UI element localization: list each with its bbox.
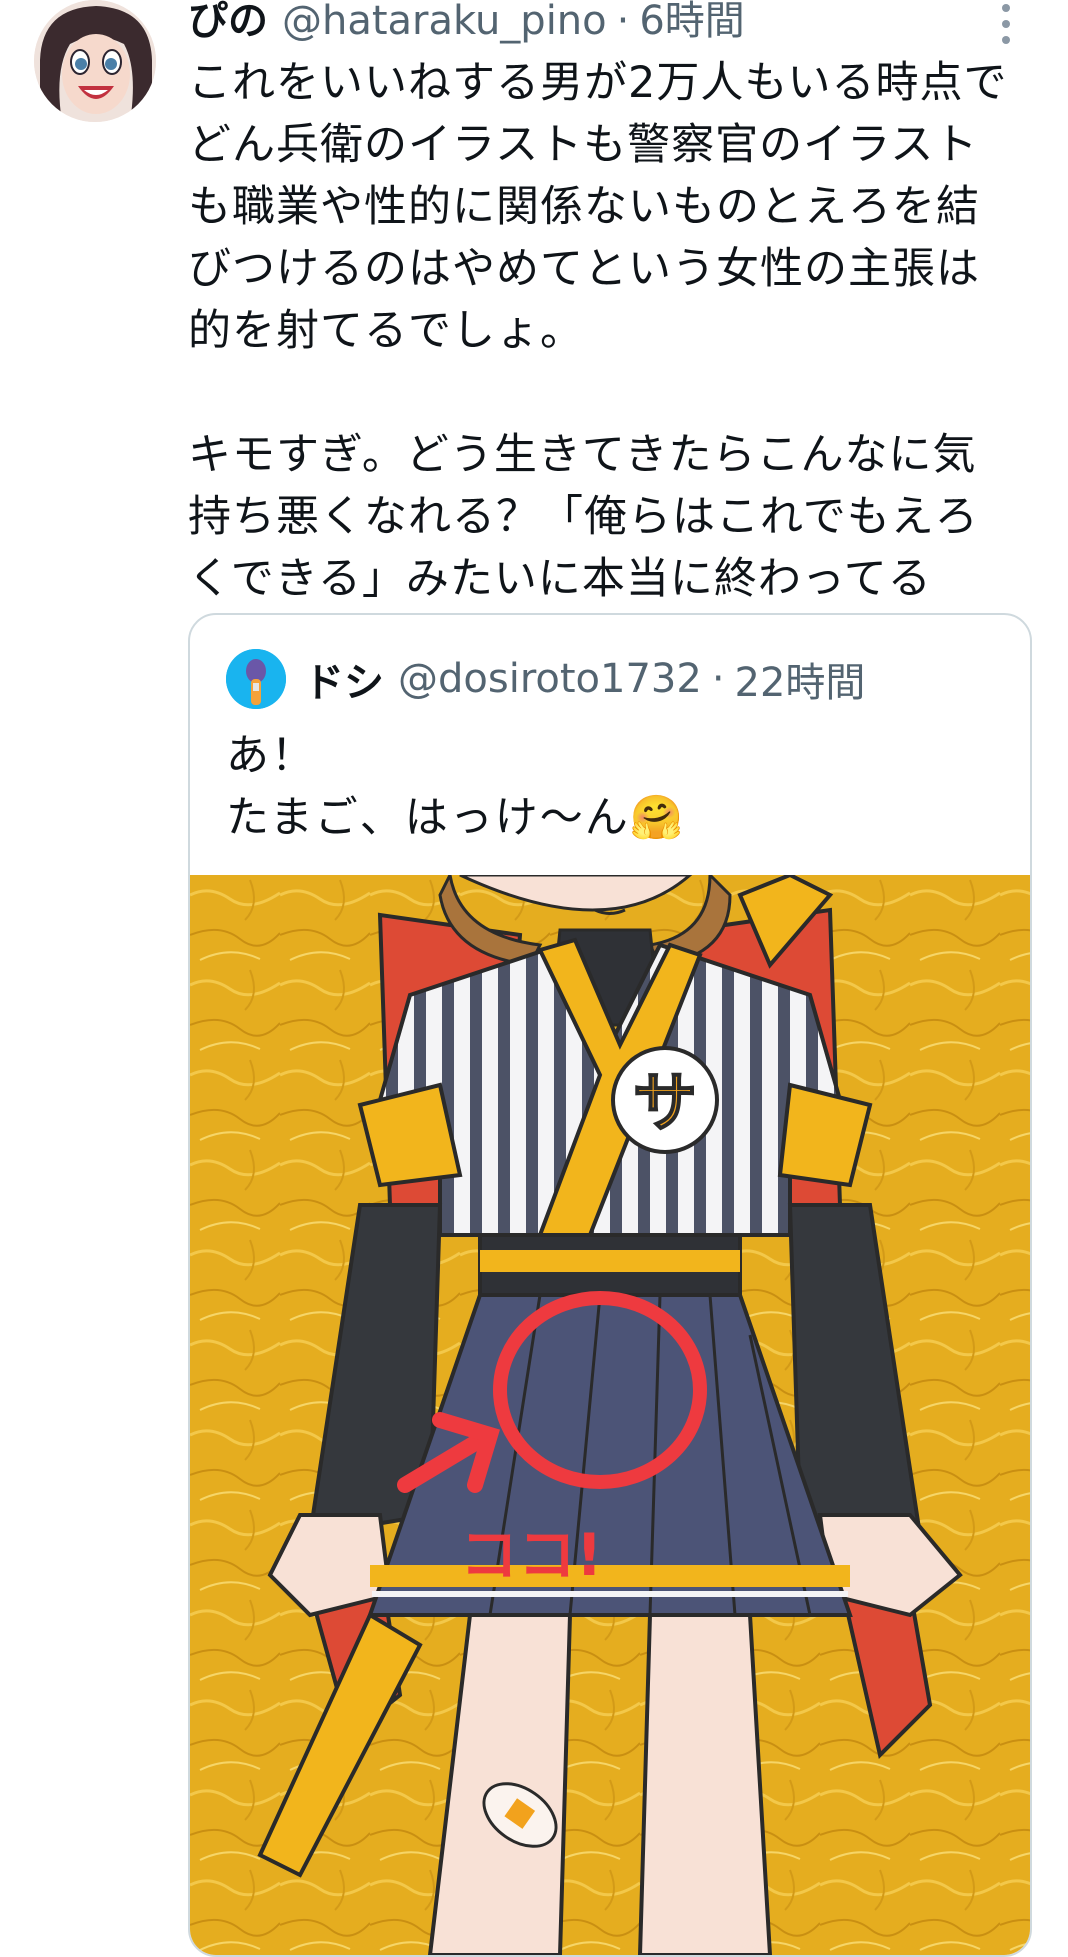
author-avatar[interactable] — [34, 0, 156, 122]
header-separator: · — [616, 0, 630, 44]
tweet-timestamp[interactable]: 6時間 — [639, 0, 744, 46]
quoted-tweet-image[interactable]: サ ココ! — [190, 875, 1030, 1955]
quoted-author-handle[interactable]: @dosiroto1732 — [398, 656, 702, 702]
quoted-author-display-name[interactable]: ドシ — [304, 650, 384, 708]
quoted-tweet-text: あ！ たまご、はっけ〜ん🤗 — [226, 731, 686, 843]
tweet-header: ぴの @hataraku_pino · 6時間 — [188, 0, 745, 46]
more-dot — [1002, 36, 1010, 44]
quoted-author-avatar[interactable] — [226, 649, 286, 709]
author-avatar-illustration — [34, 0, 156, 122]
author-handle[interactable]: @hataraku_pino — [282, 0, 607, 46]
more-dot — [1002, 20, 1010, 28]
badge-glyph: サ — [633, 1067, 697, 1141]
quoted-tweet-header: ドシ @dosiroto1732 · 22時間 — [226, 649, 865, 709]
quoted-header-separator: · — [711, 656, 725, 702]
annotation-text: ココ! — [460, 1521, 602, 1589]
more-dot — [1002, 4, 1010, 12]
author-display-name[interactable]: ぴの — [188, 0, 268, 46]
quoted-avatar-illustration — [226, 649, 286, 709]
quoted-tweet-timestamp[interactable]: 22時間 — [735, 650, 866, 708]
more-options-icon[interactable] — [1000, 4, 1012, 44]
tweet-text: これをいいねする男が2万人もいる時点で どん兵衛のイラストも警察官のイラスト も… — [188, 58, 1008, 604]
quoted-tweet-card[interactable]: ドシ @dosiroto1732 · 22時間 あ！ たまご、はっけ〜ん🤗 サ … — [188, 613, 1032, 1957]
illustration-girl-uniform: サ ココ! — [190, 875, 1030, 1955]
